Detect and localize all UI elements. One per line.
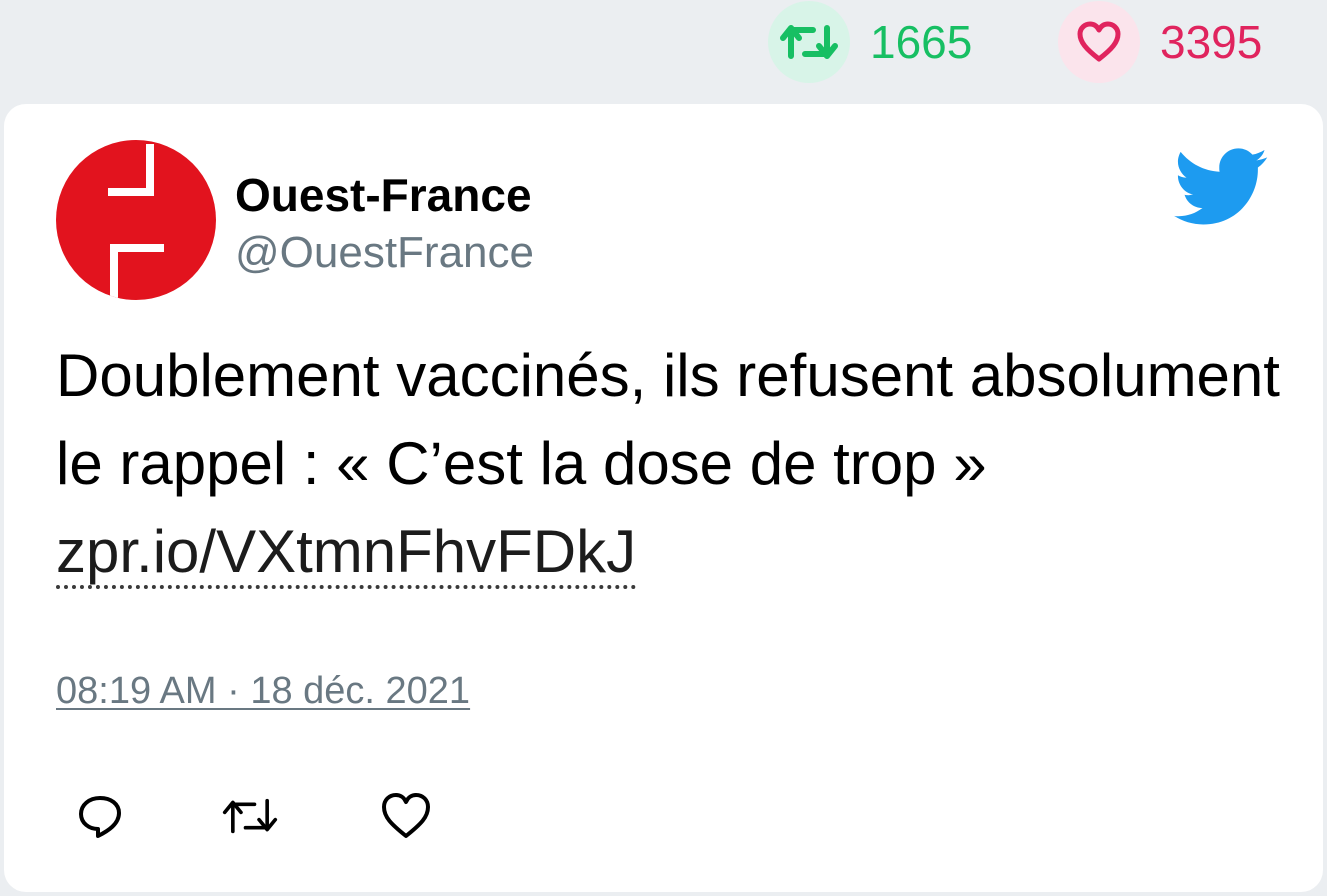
ouest-france-logo <box>56 140 216 300</box>
heart-icon <box>1077 21 1121 62</box>
heart-icon <box>382 793 430 838</box>
retweet-button[interactable] <box>222 788 278 844</box>
retweet-icon <box>222 798 278 834</box>
retweet-stat-badge <box>768 1 850 83</box>
engagement-stats-bar: 1665 3395 <box>0 0 1327 100</box>
retweet-icon <box>780 25 838 59</box>
like-stat[interactable]: 3395 <box>1058 0 1262 84</box>
author-name[interactable]: Ouest-France <box>235 168 532 222</box>
retweet-count: 1665 <box>870 16 973 68</box>
author-handle[interactable]: @OuestFrance <box>235 228 534 278</box>
tweet-text: Doublement vaccinés, ils refusent absolu… <box>56 332 1286 596</box>
avatar[interactable] <box>56 140 216 300</box>
reply-button[interactable] <box>72 788 128 844</box>
tweet-link[interactable]: zpr.io/VXtmnFhvFDkJ <box>56 518 637 589</box>
reply-icon <box>79 796 121 838</box>
like-button[interactable] <box>378 788 434 844</box>
retweet-stat[interactable]: 1665 <box>768 0 972 84</box>
tweet-timestamp[interactable]: 08:19 AM · 18 déc. 2021 <box>56 670 470 713</box>
twitter-bird-icon[interactable] <box>1174 148 1270 226</box>
like-stat-badge <box>1058 1 1140 83</box>
tweet-card: Ouest-France @OuestFrance Doublement vac… <box>4 104 1323 892</box>
like-count: 3395 <box>1160 16 1263 68</box>
tweet-body: Doublement vaccinés, ils refusent absolu… <box>56 342 1280 497</box>
